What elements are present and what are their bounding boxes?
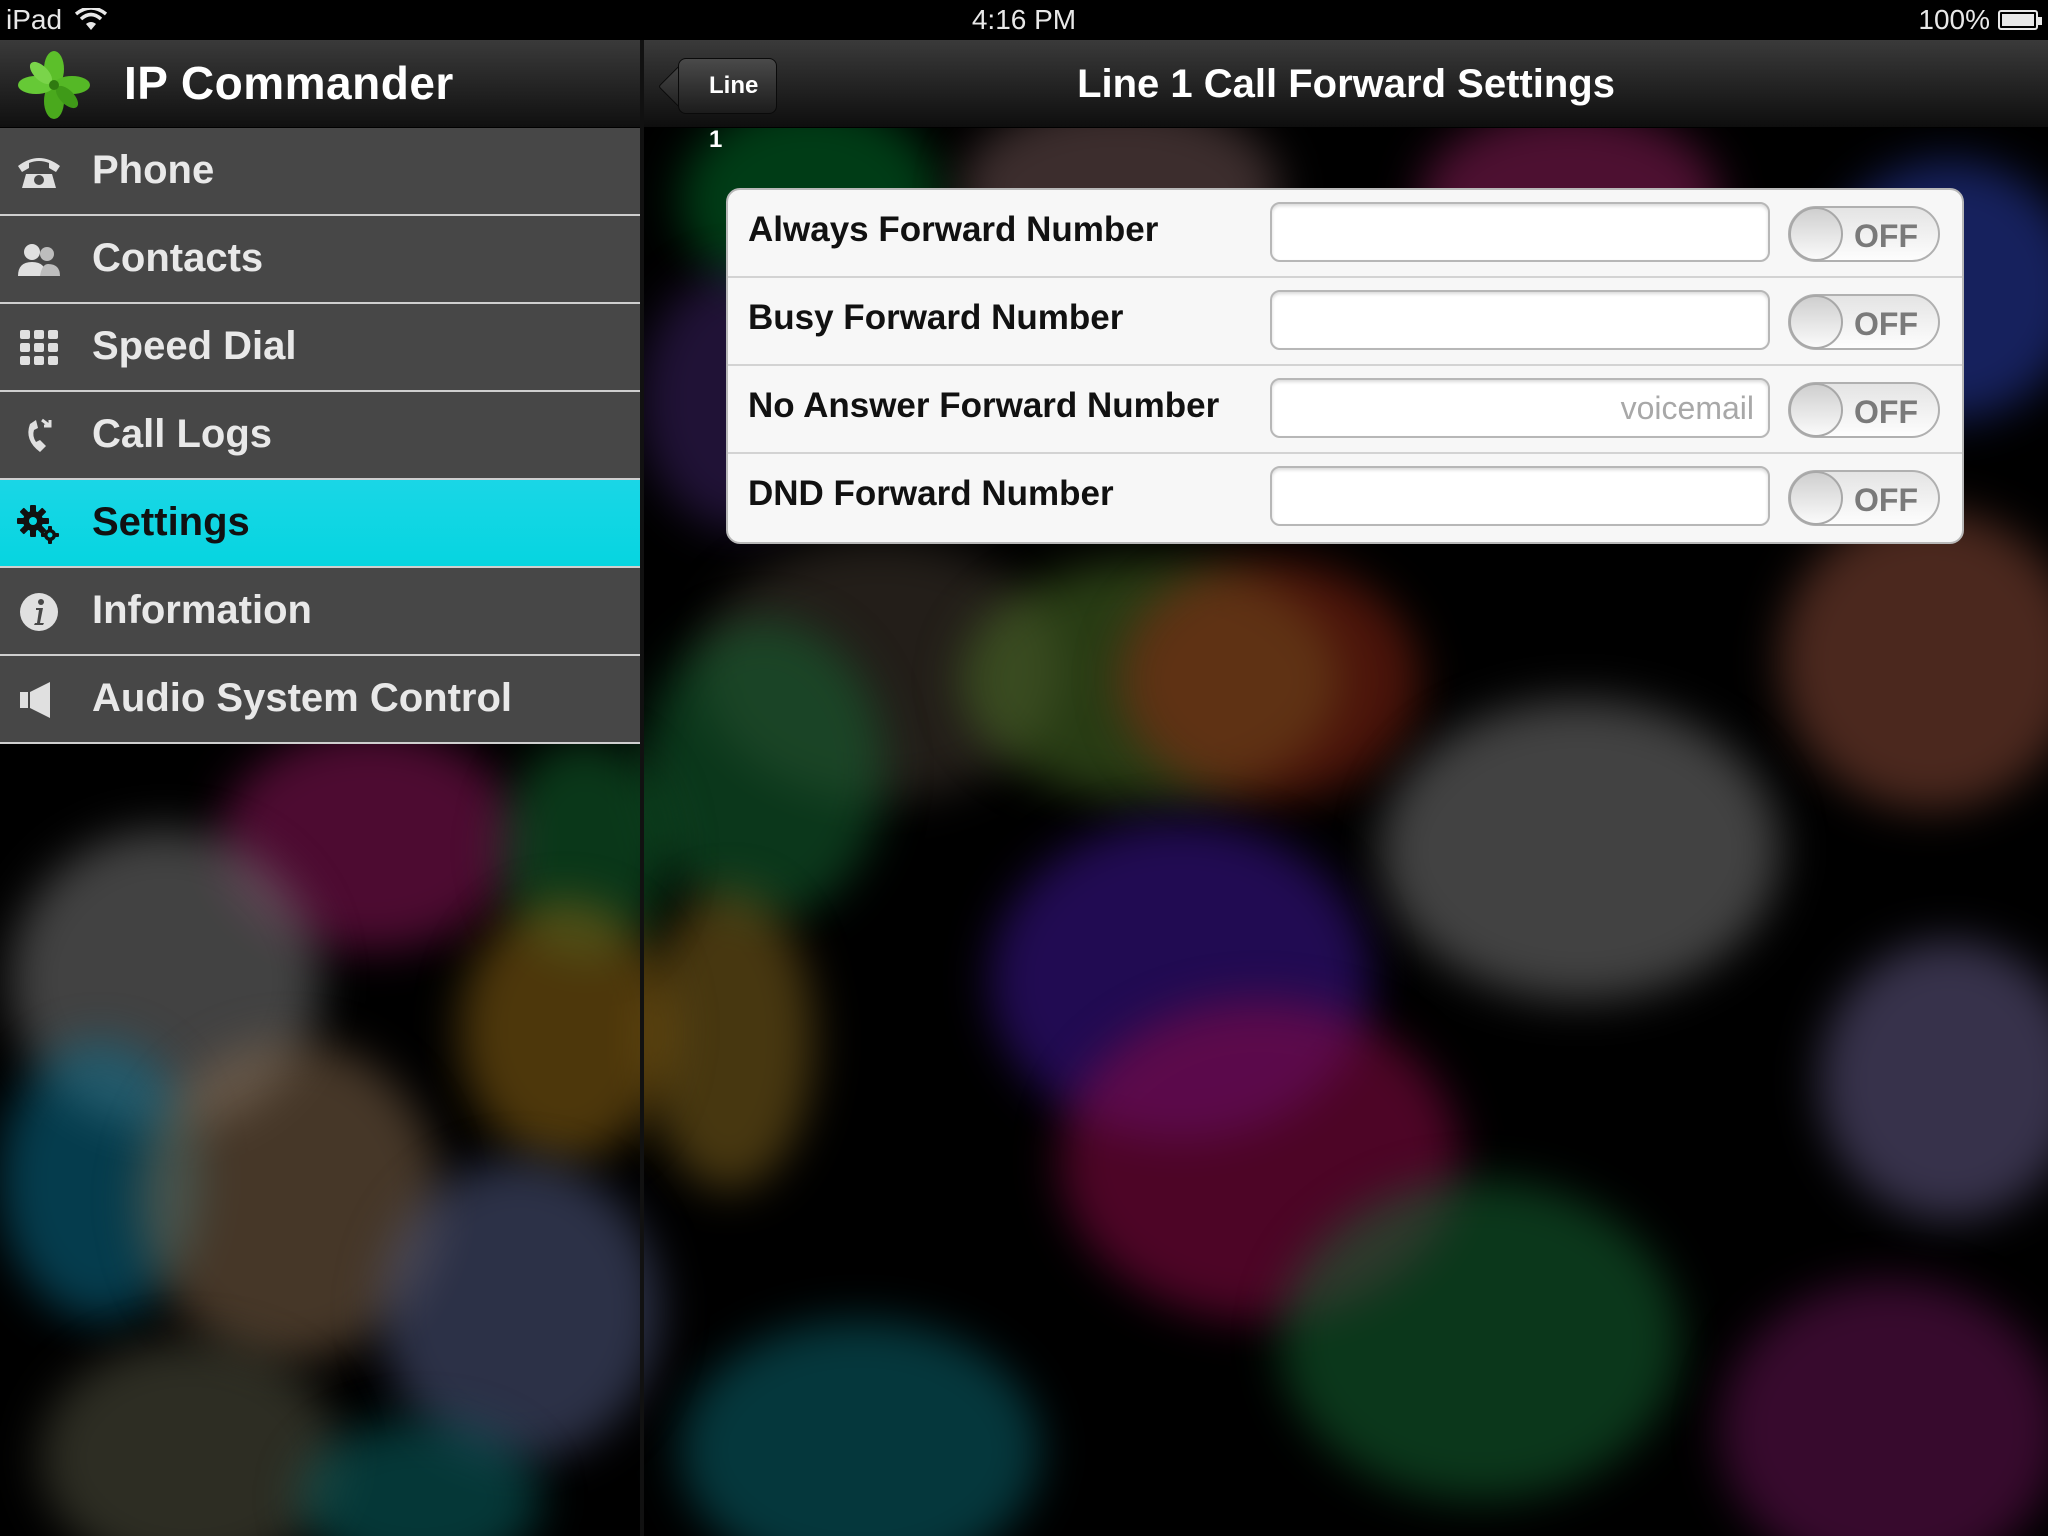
sidebar-item-label: Settings (92, 500, 250, 544)
dnd-forward-toggle[interactable]: OFF (1788, 470, 1940, 526)
toggle-state: OFF (1854, 218, 1918, 254)
toggle-knob (1789, 383, 1843, 437)
sidebar-menu: Phone Contacts Speed Dial Call Logs Sett… (0, 128, 640, 744)
sidebar: IP Commander Phone Contacts Speed Dial C… (0, 40, 640, 1536)
contacts-icon (18, 244, 60, 276)
no-answer-forward-label: No Answer Forward Number (748, 386, 1220, 425)
sidebar-item-information[interactable]: Information (0, 568, 640, 656)
always-forward-label: Always Forward Number (748, 210, 1159, 249)
sidebar-item-label: Information (92, 588, 312, 632)
sidebar-item-speed-dial[interactable]: Speed Dial (0, 304, 640, 392)
sidebar-header: IP Commander (0, 40, 640, 128)
call-forward-table: Always Forward Number OFF Busy Forward N… (726, 188, 1964, 544)
gear-icon (17, 505, 59, 544)
call-log-icon (28, 418, 52, 452)
sidebar-item-label: Call Logs (92, 412, 273, 456)
no-answer-forward-row: No Answer Forward Number OFF (728, 366, 1962, 454)
keypad-icon (20, 330, 58, 365)
status-time: 4:16 PM (971, 4, 1077, 35)
info-icon (20, 593, 58, 631)
status-bar: iPad 4:16 PM 100% (0, 0, 2048, 40)
status-bar-right: 100% (1918, 4, 2042, 36)
sidebar-item-label: Speed Dial (92, 324, 297, 368)
dnd-forward-input[interactable] (1270, 466, 1770, 526)
busy-forward-toggle[interactable]: OFF (1788, 294, 1940, 350)
always-forward-input[interactable] (1270, 202, 1770, 262)
toggle-knob (1789, 207, 1843, 261)
app-logo-icon (18, 51, 90, 119)
toggle-knob (1789, 471, 1843, 525)
always-forward-toggle[interactable]: OFF (1788, 206, 1940, 262)
dnd-forward-label: DND Forward Number (748, 474, 1114, 513)
always-forward-row: Always Forward Number OFF (728, 190, 1962, 278)
battery-icon (1998, 10, 2042, 30)
busy-forward-label: Busy Forward Number (748, 298, 1124, 337)
toggle-state: OFF (1854, 306, 1918, 342)
toggle-state: OFF (1854, 394, 1918, 430)
toggle-knob (1789, 295, 1843, 349)
sidebar-item-label: Audio System Control (92, 676, 513, 720)
toggle-state: OFF (1854, 482, 1918, 518)
sidebar-item-call-logs[interactable]: Call Logs (0, 392, 640, 480)
sidebar-item-contacts[interactable]: Contacts (0, 216, 640, 304)
sidebar-item-audio-system-control[interactable]: Audio System Control (0, 656, 640, 744)
busy-forward-row: Busy Forward Number OFF (728, 278, 1962, 366)
sidebar-item-settings[interactable]: Settings (0, 480, 640, 568)
speaker-icon (20, 682, 50, 718)
phone-icon (18, 158, 60, 188)
sidebar-item-label: Contacts (92, 236, 264, 280)
no-answer-forward-input[interactable] (1270, 378, 1770, 438)
split-divider (640, 40, 644, 1536)
battery-percent: 100% (1918, 4, 1990, 35)
no-answer-forward-toggle[interactable]: OFF (1788, 382, 1940, 438)
sidebar-item-phone[interactable]: Phone (0, 128, 640, 216)
busy-forward-input[interactable] (1270, 290, 1770, 350)
nav-bar: Line 1 Line 1 Call Forward Settings (644, 40, 2048, 153)
back-button[interactable]: Line 1 (678, 58, 778, 153)
sidebar-item-label: Phone (92, 148, 215, 192)
app-title: IP Commander (124, 57, 454, 109)
dnd-forward-row: DND Forward Number OFF (728, 454, 1962, 542)
page-title: Line 1 Call Forward Settings (1077, 62, 1615, 106)
